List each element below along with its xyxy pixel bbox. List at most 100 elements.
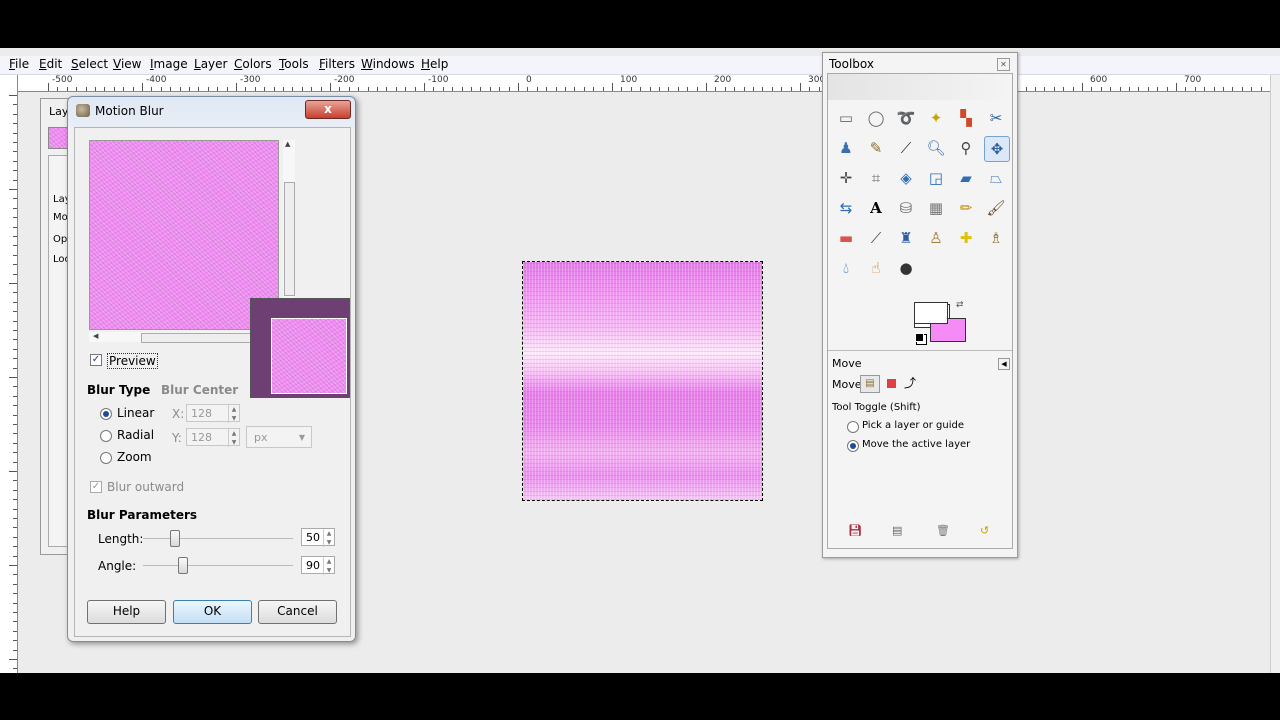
scroll-left-icon[interactable]: ◀ (93, 332, 98, 340)
clone-icon[interactable]: ♙ (924, 226, 948, 250)
dialog-titlebar[interactable]: Motion Blur x (68, 97, 355, 125)
angle-slider-track[interactable] (143, 565, 293, 566)
preview-checkbox[interactable]: ✓ (90, 354, 102, 366)
zoom-radio[interactable] (100, 452, 112, 464)
scroll-up-icon[interactable]: ▲ (285, 140, 290, 148)
dodge-burn-icon[interactable]: ● (894, 256, 918, 280)
menu-colors[interactable]: Colors (234, 57, 272, 71)
pencil-icon[interactable]: ✏ (954, 196, 978, 220)
smudge-icon[interactable]: ☝ (864, 256, 888, 280)
heal-icon[interactable]: ✚ (954, 226, 978, 250)
crop-icon[interactable]: ⌗ (864, 166, 888, 190)
fuzzy-select-icon[interactable]: ✦ (924, 106, 948, 130)
vertical-scrollbar[interactable] (1270, 75, 1280, 673)
select-by-color-icon[interactable]: ▚ (954, 106, 978, 130)
move-active-layer-radio[interactable] (847, 440, 859, 452)
spin-arrows-icon[interactable]: ▲ ▼ (323, 557, 334, 575)
pick-layer-radio[interactable] (847, 421, 859, 433)
ink-icon[interactable]: ♜ (894, 226, 918, 250)
menu-tools[interactable]: Tools (279, 57, 309, 71)
preview-vscrollbar[interactable]: ▲ (283, 140, 295, 298)
length-input[interactable]: 50 ▲ ▼ (301, 528, 335, 547)
perspective-icon[interactable]: ⏢ (984, 166, 1008, 190)
zoom-label[interactable]: Zoom (117, 450, 152, 464)
center-x-input[interactable]: 128 ▲ ▼ (186, 404, 240, 423)
color-picker-icon[interactable]: ⟋ (894, 136, 918, 160)
menu-image[interactable]: Image (150, 57, 188, 71)
free-select-icon[interactable]: ➰ (894, 106, 918, 130)
menu-windows[interactable]: Windows (361, 57, 415, 71)
menu-edit[interactable]: Edit (39, 57, 62, 71)
spin-arrows-icon[interactable]: ▲ ▼ (228, 429, 239, 447)
pick-layer-label[interactable]: Pick a layer or guide (862, 420, 964, 431)
blur-outward-checkbox[interactable]: ✓ (90, 481, 102, 493)
airbrush-icon[interactable]: ⟋ (864, 226, 888, 250)
blend-icon[interactable]: ▦ (924, 196, 948, 220)
close-button[interactable]: x (305, 100, 351, 119)
flip-icon[interactable]: ⇆ (834, 196, 858, 220)
navigator-viewport[interactable] (271, 318, 347, 394)
spin-arrows-icon[interactable]: ▲ ▼ (228, 405, 239, 423)
layer-thumb[interactable] (48, 127, 68, 149)
menu-select[interactable]: Select (71, 57, 108, 71)
vertical-ruler[interactable] (0, 91, 18, 673)
ok-button[interactable]: OK (173, 600, 252, 624)
foreground-select-icon[interactable]: ♟ (834, 136, 858, 160)
scissors-icon[interactable]: ✂ (984, 106, 1008, 130)
configure-icon[interactable]: ◀ (998, 358, 1010, 370)
move-path-icon[interactable]: ⤴ (904, 374, 916, 391)
close-icon[interactable]: ✕ (997, 58, 1010, 71)
radial-radio[interactable] (100, 430, 112, 442)
spin-arrows-icon[interactable]: ▲ ▼ (323, 529, 334, 547)
preview-hscrollbar[interactable]: ◀ (89, 332, 255, 343)
move-selection-icon[interactable] (887, 379, 896, 388)
menu-filters[interactable]: Filters (319, 57, 355, 71)
align-icon[interactable]: ✛ (834, 166, 858, 190)
measure-icon[interactable]: ⚲ (954, 136, 978, 160)
preview-navigator[interactable] (250, 298, 350, 398)
paintbrush-icon[interactable]: 🖌︎ (984, 196, 1008, 220)
save-options-icon[interactable]: 💾︎ (848, 524, 862, 537)
menu-help[interactable]: Help (421, 57, 448, 71)
move-icon[interactable]: ✥ (984, 136, 1010, 162)
eraser-icon[interactable]: ▬ (834, 226, 858, 250)
move-layer-icon[interactable]: ▤ (860, 375, 880, 393)
shear-icon[interactable]: ▰ (954, 166, 978, 190)
bucket-fill-icon[interactable]: ⛁ (894, 196, 918, 220)
radial-label[interactable]: Radial (117, 428, 154, 442)
linear-label[interactable]: Linear (117, 406, 154, 420)
restore-options-icon[interactable]: ▤ (892, 524, 902, 537)
angle-input[interactable]: 90 ▲ ▼ (301, 556, 335, 575)
ellipse-select-icon[interactable]: ◯ (864, 106, 888, 130)
scale-icon[interactable]: ◲ (924, 166, 948, 190)
blur-sharpen-icon[interactable]: 💧︎ (834, 256, 858, 280)
menu-view[interactable]: View (113, 57, 141, 71)
cancel-button[interactable]: Cancel (258, 600, 337, 624)
unit-select[interactable]: px ▼ (246, 426, 312, 448)
rotate-icon[interactable]: ◈ (894, 166, 918, 190)
perspective-clone-icon[interactable]: ♗ (984, 226, 1008, 250)
paths-icon[interactable]: ✎ (864, 136, 888, 160)
preview-label[interactable]: Preview (107, 353, 158, 369)
menu-layer[interactable]: Layer (194, 57, 227, 71)
length-slider-track[interactable] (143, 538, 293, 539)
horizontal-ruler[interactable]: -500 -400 -300 -200 -100 0 100 200 300 4… (18, 75, 1270, 92)
foreground-color-swatch[interactable] (914, 302, 948, 324)
delete-options-icon[interactable]: 🗑︎ (936, 524, 950, 537)
menu-file[interactable]: File (9, 57, 29, 71)
center-y-input[interactable]: 128 ▲ ▼ (186, 428, 240, 447)
wilber-drop-zone[interactable] (828, 74, 1012, 100)
text-icon[interactable]: A (864, 196, 888, 220)
scroll-thumb[interactable] (141, 333, 255, 343)
angle-slider-handle[interactable] (178, 557, 188, 574)
reset-options-icon[interactable]: ↺ (980, 524, 989, 537)
default-colors-icon[interactable] (915, 333, 924, 342)
rect-select-icon[interactable]: ▭ (834, 106, 858, 130)
linear-radio[interactable] (100, 408, 112, 420)
zoom-icon[interactable]: 🔍︎ (924, 136, 948, 160)
help-button[interactable]: Help (87, 600, 166, 624)
scroll-thumb[interactable] (284, 182, 295, 296)
image-canvas[interactable] (522, 261, 763, 501)
move-active-layer-label[interactable]: Move the active layer (862, 439, 970, 450)
swap-colors-icon[interactable]: ⇄ (956, 300, 964, 310)
